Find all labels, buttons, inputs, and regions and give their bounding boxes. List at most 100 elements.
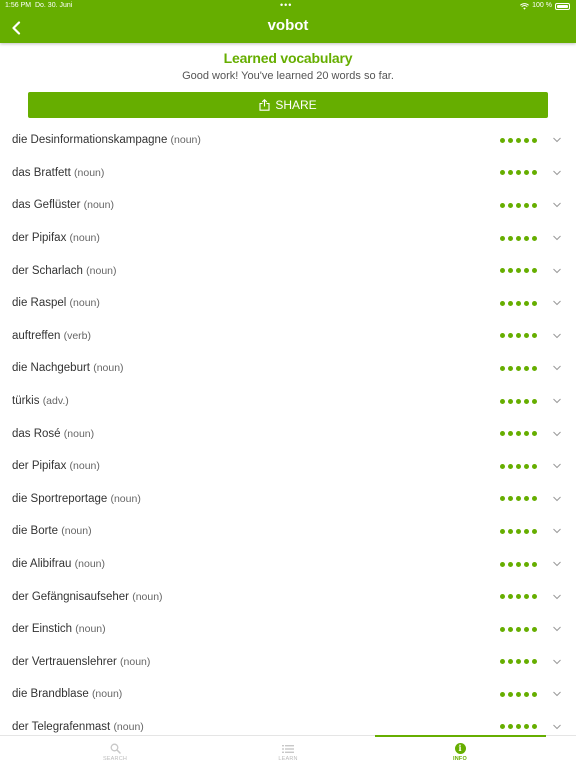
progress-dot — [524, 496, 529, 502]
vocab-row[interactable]: das Bratfett (noun) — [0, 157, 576, 190]
chevron-down-icon[interactable] — [552, 527, 562, 535]
chevron-down-icon[interactable] — [552, 593, 562, 601]
vocab-row[interactable]: die Sportreportage (noun) — [0, 483, 576, 516]
vocab-word: auftreffen (verb) — [12, 330, 91, 342]
progress-dot — [524, 626, 529, 632]
progress-dots — [500, 561, 537, 567]
vocab-row[interactable]: die Brandblase (noun) — [0, 678, 576, 711]
vocab-row[interactable]: der Scharlach (noun) — [0, 254, 576, 287]
chevron-down-icon[interactable] — [552, 430, 562, 438]
chevron-down-icon[interactable] — [552, 690, 562, 698]
vocab-part-of-speech: (noun) — [110, 492, 141, 505]
progress-dot — [508, 594, 513, 600]
vocab-row[interactable]: der Pipifax (noun) — [0, 222, 576, 255]
vocab-row[interactable]: türkis (adv.) — [0, 385, 576, 418]
vocab-row[interactable]: der Vertrauenslehrer (noun) — [0, 646, 576, 679]
share-button[interactable]: SHARE — [28, 92, 548, 118]
chevron-down-icon[interactable] — [552, 299, 562, 307]
vocab-word: die Sportreportage (noun) — [12, 493, 141, 505]
progress-dots — [500, 365, 537, 371]
chevron-down-icon[interactable] — [552, 169, 562, 177]
progress-dot — [516, 235, 521, 241]
progress-dot — [508, 691, 513, 697]
vocab-part-of-speech: (noun) — [69, 297, 100, 310]
progress-dot — [524, 137, 529, 143]
progress-dot — [508, 431, 513, 437]
vocab-row[interactable]: das Geflüster (noun) — [0, 189, 576, 222]
vocab-term: das Bratfett — [12, 166, 71, 179]
vocab-list[interactable]: die Desinformationskampagne (noun) das Br… — [0, 124, 576, 735]
progress-dot — [500, 528, 505, 534]
vocab-row[interactable]: der Einstich (noun) — [0, 613, 576, 646]
chevron-down-icon[interactable] — [552, 201, 562, 209]
progress-dots — [500, 235, 537, 241]
vocab-row[interactable]: die Raspel (noun) — [0, 287, 576, 320]
chevron-down-icon[interactable] — [552, 332, 562, 340]
progress-dot — [516, 659, 521, 665]
vocab-term: die Borte — [12, 525, 59, 538]
progress-dot — [516, 365, 521, 371]
vocab-term: der Einstich — [12, 623, 73, 636]
vocab-part-of-speech: (noun) — [170, 134, 201, 147]
chevron-down-icon[interactable] — [552, 723, 562, 731]
vocab-term: die Brandblase — [12, 688, 89, 701]
chevron-down-icon[interactable] — [552, 397, 562, 405]
progress-dot — [508, 496, 513, 502]
vocab-row[interactable]: die Nachgeburt (noun) — [0, 352, 576, 385]
vocab-row[interactable]: die Alibifrau (noun) — [0, 548, 576, 581]
progress-dot — [516, 398, 521, 404]
vocab-part-of-speech: (noun) — [69, 232, 100, 245]
tab-info[interactable]: i INFO — [375, 736, 545, 768]
info-icon: i — [454, 743, 466, 754]
vocab-row[interactable]: das Rosé (noun) — [0, 417, 576, 450]
chevron-down-icon[interactable] — [552, 234, 562, 242]
progress-dots — [500, 300, 537, 306]
progress-dot — [500, 137, 505, 143]
tab-learn[interactable]: LEARN — [203, 736, 373, 768]
vocab-row[interactable]: auftreffen (verb) — [0, 320, 576, 353]
chevron-down-icon[interactable] — [552, 364, 562, 372]
tab-search[interactable]: SEARCH — [30, 736, 200, 768]
progress-dot — [508, 365, 513, 371]
vocab-term: der Pipifax — [12, 460, 67, 473]
vocab-part-of-speech: (noun) — [75, 623, 106, 636]
chevron-down-icon[interactable] — [552, 658, 562, 666]
vocab-part-of-speech: (noun) — [69, 460, 100, 473]
progress-dots — [500, 137, 537, 143]
vocab-part-of-speech: (noun) — [91, 688, 123, 701]
progress-dot — [532, 300, 537, 306]
vocab-row[interactable]: die Desinformationskampagne (noun) — [0, 124, 576, 157]
vocab-word: das Rosé (noun) — [12, 428, 94, 440]
progress-dot — [500, 659, 505, 665]
chevron-down-icon[interactable] — [552, 136, 562, 144]
vocab-row[interactable]: der Telegrafenmast (noun) — [0, 711, 576, 735]
progress-dot — [532, 235, 537, 241]
chevron-down-icon[interactable] — [552, 625, 562, 633]
progress-dot — [532, 463, 537, 469]
progress-dot — [516, 528, 521, 534]
progress-dot — [524, 528, 529, 534]
progress-dot — [500, 463, 505, 469]
vocab-row[interactable]: der Pipifax (noun) — [0, 450, 576, 483]
vocab-term: das Geflüster — [12, 199, 81, 212]
chevron-down-icon[interactable] — [552, 560, 562, 568]
vocab-row[interactable]: die Borte (noun) — [0, 515, 576, 548]
vocab-part-of-speech: (noun) — [93, 362, 124, 375]
progress-dot — [500, 365, 505, 371]
progress-dots — [500, 463, 537, 469]
progress-dots — [500, 594, 537, 600]
vocab-part-of-speech: (noun) — [113, 720, 144, 733]
vocab-term: der Telegrafenmast — [12, 720, 111, 733]
progress-dot — [524, 300, 529, 306]
vocab-term: auftreffen — [12, 329, 61, 342]
progress-dot — [524, 398, 529, 404]
vocab-row[interactable]: der Gefängnisaufseher (noun) — [0, 580, 576, 613]
chevron-down-icon[interactable] — [552, 462, 562, 470]
progress-dot — [508, 398, 513, 404]
chevron-down-icon[interactable] — [552, 267, 562, 275]
chevron-down-icon[interactable] — [552, 495, 562, 503]
vocab-word: der Telegrafenmast (noun) — [12, 721, 144, 733]
progress-dot — [500, 268, 505, 274]
progress-dot — [524, 235, 529, 241]
multitask-dots[interactable]: ••• — [280, 0, 292, 10]
